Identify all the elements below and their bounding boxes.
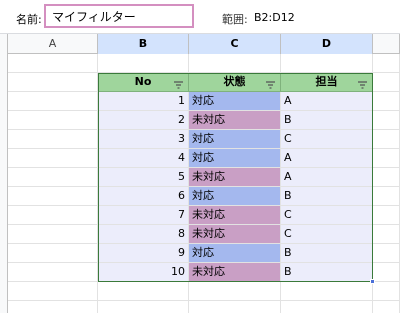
empty-cell[interactable] <box>8 73 98 92</box>
cell-no[interactable]: 3 <box>98 130 189 149</box>
empty-cell[interactable] <box>8 54 98 73</box>
cell-no[interactable]: 9 <box>98 244 189 263</box>
cell-no[interactable]: 6 <box>98 187 189 206</box>
cell-status[interactable]: 未対応 <box>189 225 281 244</box>
empty-cell[interactable] <box>373 130 400 149</box>
cell-status[interactable]: 未対応 <box>189 168 281 187</box>
cell-owner[interactable]: C <box>281 130 373 149</box>
cell-status[interactable]: 未対応 <box>189 111 281 130</box>
cell-no[interactable]: 10 <box>98 263 189 282</box>
header-status[interactable]: 状態 <box>189 73 281 92</box>
cell-owner[interactable]: B <box>281 111 373 130</box>
empty-cell[interactable] <box>373 187 400 206</box>
empty-cell[interactable] <box>8 130 98 149</box>
empty-cell[interactable] <box>8 187 98 206</box>
spreadsheet-grid[interactable]: A B C D No 状態 担当 1 対応 A 2 未対応 B 3 対応 C 4 対応 A 5 未対応 A 6 対応 B… <box>0 34 400 313</box>
empty-cell[interactable] <box>281 54 373 73</box>
empty-cell[interactable] <box>281 301 373 313</box>
empty-cell[interactable] <box>189 54 281 73</box>
empty-cell[interactable] <box>373 111 400 130</box>
select-all-corner[interactable] <box>0 34 8 54</box>
empty-cell[interactable] <box>98 282 189 301</box>
filter-name-label: 名前: <box>16 13 42 26</box>
empty-cell[interactable] <box>373 54 400 73</box>
filter-icon[interactable] <box>358 78 367 89</box>
empty-cell[interactable] <box>373 263 400 282</box>
empty-cell[interactable] <box>8 244 98 263</box>
cell-owner[interactable]: A <box>281 168 373 187</box>
cell-status[interactable]: 対応 <box>189 149 281 168</box>
empty-cell[interactable] <box>373 301 400 313</box>
cell-no[interactable]: 5 <box>98 168 189 187</box>
filter-name-input[interactable] <box>44 4 194 28</box>
empty-cell[interactable] <box>281 282 373 301</box>
range-value[interactable]: B2:D12 <box>254 11 295 24</box>
empty-cell[interactable] <box>373 225 400 244</box>
empty-cell[interactable] <box>189 301 281 313</box>
cell-status[interactable]: 対応 <box>189 92 281 111</box>
column-header-a[interactable]: A <box>8 34 98 54</box>
filter-icon[interactable] <box>266 78 275 89</box>
empty-cell[interactable] <box>8 111 98 130</box>
header-owner[interactable]: 担当 <box>281 73 373 92</box>
cell-owner[interactable]: C <box>281 225 373 244</box>
cell-no[interactable]: 1 <box>98 92 189 111</box>
cell-owner[interactable]: B <box>281 187 373 206</box>
empty-cell[interactable] <box>8 282 98 301</box>
empty-cell[interactable] <box>8 149 98 168</box>
empty-cell[interactable] <box>373 244 400 263</box>
filter-icon[interactable] <box>174 78 183 89</box>
column-header-b[interactable]: B <box>98 34 189 54</box>
empty-cell[interactable] <box>8 301 98 313</box>
cell-status[interactable]: 対応 <box>189 187 281 206</box>
row-headers[interactable] <box>0 54 8 313</box>
cell-status[interactable]: 対応 <box>189 244 281 263</box>
column-headers: A B C D <box>0 34 400 54</box>
empty-cell[interactable] <box>373 92 400 111</box>
empty-cell[interactable] <box>8 206 98 225</box>
range-label: 範囲: <box>222 13 248 26</box>
empty-cell[interactable] <box>98 54 189 73</box>
empty-cell[interactable] <box>8 168 98 187</box>
empty-cell[interactable] <box>8 263 98 282</box>
cell-status[interactable]: 未対応 <box>189 206 281 225</box>
header-label: 担当 <box>315 75 338 88</box>
header-label: No <box>134 75 152 88</box>
empty-cell[interactable] <box>373 282 400 301</box>
column-header-e[interactable] <box>373 34 400 54</box>
header-label: 状態 <box>223 75 246 88</box>
filter-view-bar: 名前: 範囲: B2:D12 <box>0 0 400 34</box>
cell-owner[interactable]: A <box>281 92 373 111</box>
column-header-c[interactable]: C <box>189 34 281 54</box>
cell-no[interactable]: 7 <box>98 206 189 225</box>
empty-cell[interactable] <box>373 149 400 168</box>
empty-cell[interactable] <box>189 282 281 301</box>
empty-cell[interactable] <box>98 301 189 313</box>
cell-owner[interactable]: C <box>281 206 373 225</box>
cell-owner[interactable]: A <box>281 149 373 168</box>
empty-cell[interactable] <box>8 92 98 111</box>
cell-no[interactable]: 8 <box>98 225 189 244</box>
column-header-d[interactable]: D <box>281 34 373 54</box>
cell-no[interactable]: 2 <box>98 111 189 130</box>
empty-cell[interactable] <box>373 73 400 92</box>
header-no[interactable]: No <box>98 73 189 92</box>
cell-no[interactable]: 4 <box>98 149 189 168</box>
cell-status[interactable]: 対応 <box>189 130 281 149</box>
empty-cell[interactable] <box>373 206 400 225</box>
fill-handle[interactable] <box>370 279 375 284</box>
cell-status[interactable]: 未対応 <box>189 263 281 282</box>
empty-cell[interactable] <box>8 225 98 244</box>
cell-owner[interactable]: B <box>281 244 373 263</box>
cell-owner[interactable]: B <box>281 263 373 282</box>
empty-cell[interactable] <box>373 168 400 187</box>
